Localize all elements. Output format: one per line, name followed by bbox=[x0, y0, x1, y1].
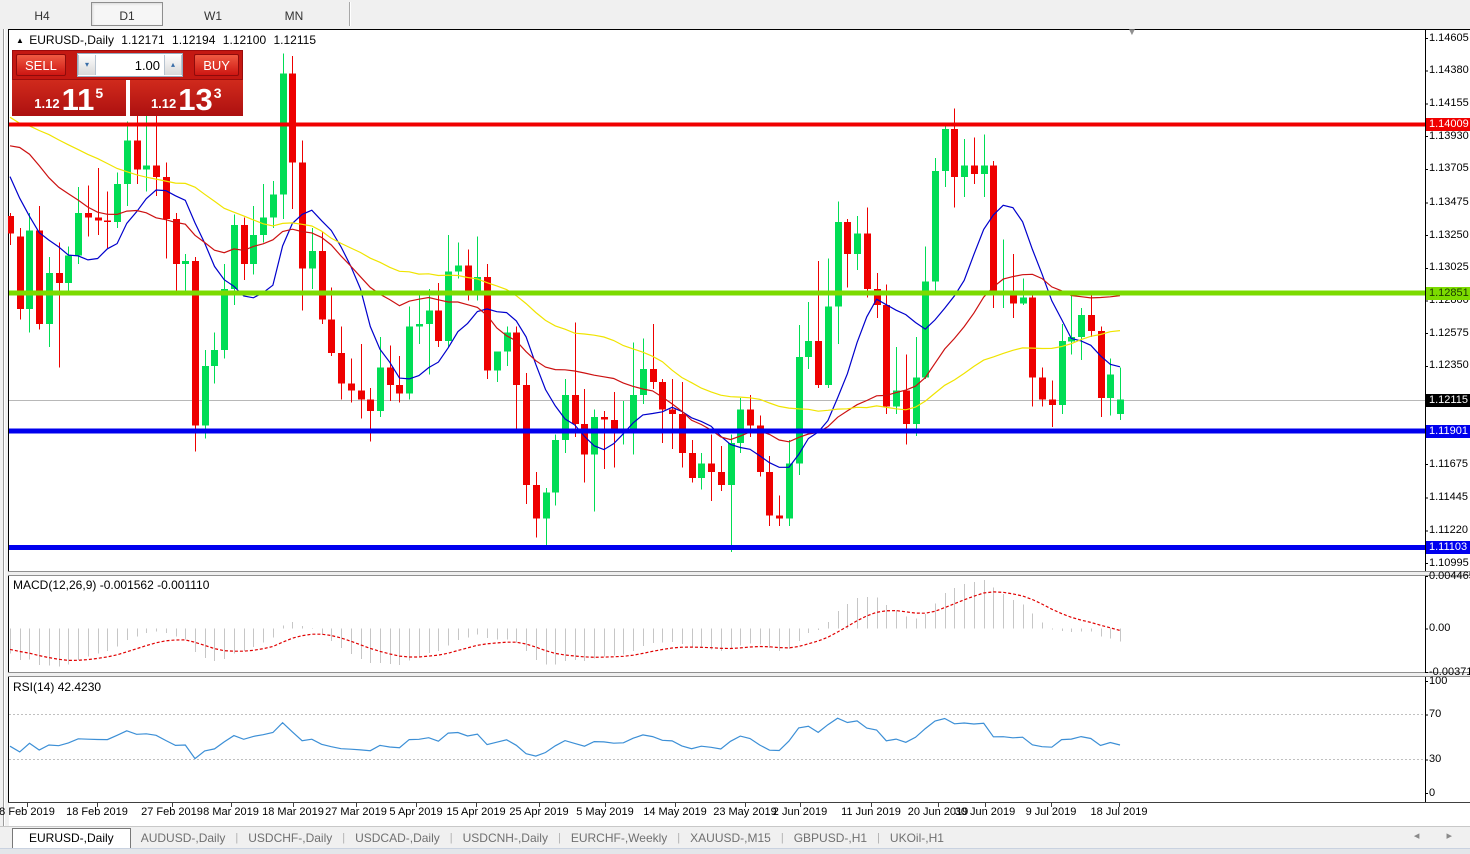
one-click-trading-panel: SELL ▾ ▴ BUY 1.12 11 5 1.12 13 3 bbox=[12, 50, 243, 116]
timeframe-button-h4[interactable]: H4 bbox=[6, 2, 78, 26]
time-axis-label: 9 Jul 2019 bbox=[1026, 806, 1077, 818]
price-axis-tick: 1.13705 bbox=[1429, 162, 1469, 174]
chart-shift-marker-icon[interactable]: ▼ bbox=[1127, 27, 1137, 38]
macd-main-value: -0.001562 bbox=[100, 578, 154, 592]
chart-tab-bar: EURUSD-,DailyAUDUSD-,Daily|USDCHF-,Daily… bbox=[0, 826, 1470, 849]
tab-scroll-right-icon[interactable]: ▸ bbox=[1446, 830, 1464, 842]
macd-indicator-label: MACD(12,26,9) -0.001562 -0.001110 bbox=[13, 578, 209, 592]
collapse-triangle-icon[interactable]: ▲ bbox=[16, 36, 24, 45]
ohlc-close: 1.12115 bbox=[274, 33, 317, 47]
ohlc-open: 1.12171 bbox=[121, 33, 164, 47]
timeframe-button-w1[interactable]: W1 bbox=[177, 2, 249, 26]
price-axis-tick: 1.12350 bbox=[1429, 359, 1469, 371]
price-axis-tick: 1.11675 bbox=[1429, 458, 1468, 470]
ohlc-high: 1.12194 bbox=[172, 33, 215, 47]
price-axis-tick: 1.13475 bbox=[1429, 196, 1469, 208]
rsi-value: 42.4230 bbox=[58, 680, 101, 694]
time-axis-label: 2 Jun 2019 bbox=[773, 806, 827, 818]
level-price-label: 1.11103 bbox=[1426, 541, 1470, 554]
price-axis-tick: 1.14605 bbox=[1429, 32, 1469, 44]
tab-scroll-left-icon[interactable]: ◂ bbox=[1414, 830, 1432, 842]
chart-ohlc-header: ▲ EURUSD-,Daily 1.12171 1.12194 1.12100 … bbox=[16, 33, 320, 47]
volume-increase-button[interactable]: ▴ bbox=[164, 55, 182, 75]
time-axis-label: 5 May 2019 bbox=[576, 806, 633, 818]
chart-tab-active[interactable]: EURUSD-,Daily bbox=[12, 828, 131, 848]
rsi-axis-tick: 0 bbox=[1429, 787, 1435, 799]
buy-button[interactable]: BUY bbox=[194, 54, 239, 76]
toolbar-separator bbox=[349, 2, 351, 26]
macd-axis-tick: 0.00 bbox=[1429, 622, 1450, 634]
time-axis-label: 14 May 2019 bbox=[643, 806, 707, 818]
price-axis-tick: 1.11220 bbox=[1429, 524, 1468, 536]
time-axis-label: 11 Jun 2019 bbox=[841, 806, 901, 818]
sell-button[interactable]: SELL bbox=[16, 54, 66, 76]
chart-tab[interactable]: XAUUSD-,M15 bbox=[680, 831, 781, 845]
chart-tab[interactable]: UKOil-,H1 bbox=[880, 831, 954, 845]
chart-symbol-label: EURUSD-,Daily bbox=[29, 33, 114, 47]
time-axis-label: 15 Apr 2019 bbox=[446, 806, 505, 818]
time-axis-label: 27 Feb 2019 bbox=[141, 806, 203, 818]
tab-scroll-arrows: ◂ ▸ bbox=[1414, 829, 1464, 842]
level-price-label: 1.11901 bbox=[1426, 425, 1470, 438]
rsi-axis-tick: 100 bbox=[1429, 675, 1447, 687]
macd-axis-tick: 0.004465 bbox=[1429, 570, 1470, 582]
price-axis-tick: 1.13025 bbox=[1429, 261, 1469, 273]
rsi-indicator-label: RSI(14) 42.4230 bbox=[13, 680, 101, 694]
chart-tab[interactable]: AUDUSD-,Daily bbox=[131, 831, 236, 845]
price-axis-tick: 1.14380 bbox=[1429, 64, 1469, 76]
timeframe-toolbar: H4 D1 W1 MN bbox=[0, 0, 1470, 29]
price-axis-tick: 1.13250 bbox=[1429, 229, 1469, 241]
chart-tab[interactable]: EURCHF-,Weekly bbox=[561, 831, 677, 845]
window-edge-splitter[interactable] bbox=[0, 29, 8, 853]
chart-tab[interactable]: GBPUSD-,H1 bbox=[784, 831, 877, 845]
status-strip bbox=[0, 848, 1470, 854]
time-axis-label: 18 Mar 2019 bbox=[262, 806, 324, 818]
price-axis-tick: 1.12575 bbox=[1429, 327, 1469, 339]
rsi-axis-tick: 70 bbox=[1429, 708, 1441, 720]
ohlc-low: 1.12100 bbox=[223, 33, 266, 47]
time-axis-label: 27 Mar 2019 bbox=[325, 806, 387, 818]
time-axis-label: 18 Jul 2019 bbox=[1091, 806, 1148, 818]
rsi-axis-tick: 30 bbox=[1429, 753, 1441, 765]
level-price-label: 1.14009 bbox=[1426, 118, 1470, 131]
current-price-label: 1.12115 bbox=[1426, 394, 1470, 407]
price-axis-tick: 1.11445 bbox=[1429, 491, 1468, 503]
chart-tab[interactable]: USDCNH-,Daily bbox=[453, 831, 558, 845]
price-chart-canvas[interactable] bbox=[0, 0, 1470, 853]
price-axis-tick: 1.13930 bbox=[1429, 130, 1469, 142]
sell-price-display[interactable]: 1.12 11 5 bbox=[12, 80, 126, 116]
time-axis-label: 25 Apr 2019 bbox=[509, 806, 568, 818]
time-axis-label: 18 Feb 2019 bbox=[66, 806, 128, 818]
level-price-label: 1.12851 bbox=[1426, 287, 1470, 300]
time-axis-label: 30 Jun 2019 bbox=[955, 806, 1016, 818]
buy-price-display[interactable]: 1.12 13 3 bbox=[130, 80, 244, 116]
price-axis-tick: 1.10995 bbox=[1429, 557, 1469, 569]
time-axis-label: 5 Apr 2019 bbox=[389, 806, 442, 818]
time-axis-label: 23 May 2019 bbox=[713, 806, 777, 818]
volume-decrease-button[interactable]: ▾ bbox=[78, 55, 96, 75]
time-axis-label: 8 Mar 2019 bbox=[203, 806, 259, 818]
macd-signal-value: -0.001110 bbox=[157, 578, 209, 592]
chart-tab[interactable]: USDCHF-,Daily bbox=[238, 831, 342, 845]
time-axis-label: 8 Feb 2019 bbox=[0, 806, 55, 818]
price-axis-tick: 1.14155 bbox=[1429, 97, 1469, 109]
timeframe-button-d1[interactable]: D1 bbox=[91, 2, 163, 26]
timeframe-button-mn[interactable]: MN bbox=[258, 2, 330, 26]
volume-spinner: ▾ ▴ bbox=[77, 53, 183, 77]
chart-tab[interactable]: USDCAD-,Daily bbox=[345, 831, 450, 845]
volume-input[interactable] bbox=[96, 56, 164, 74]
